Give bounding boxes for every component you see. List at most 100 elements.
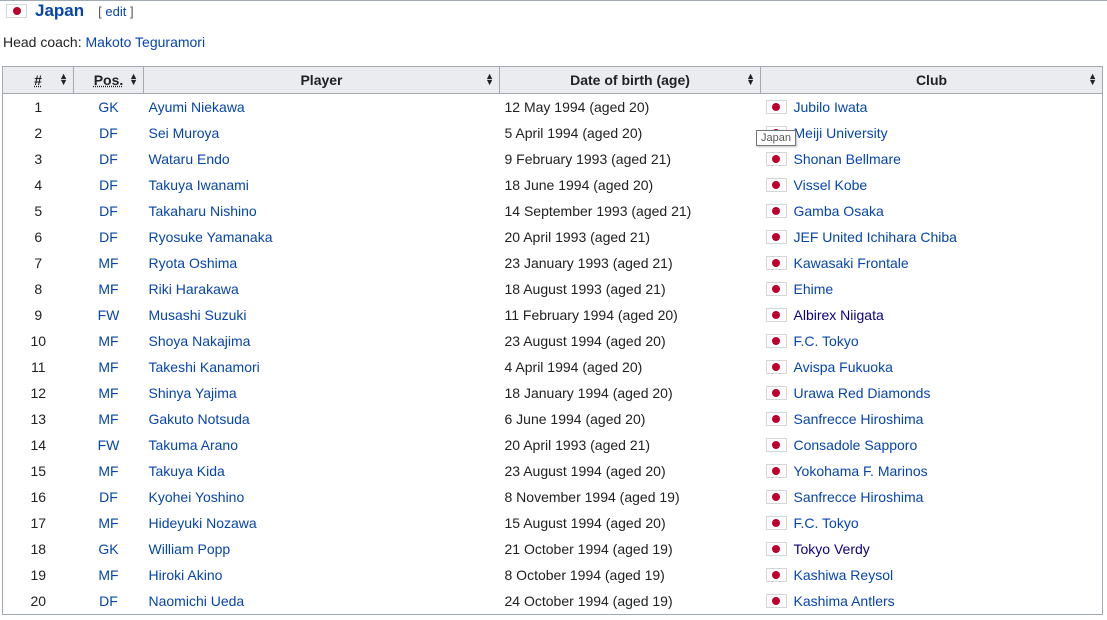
team-title[interactable]: Japan	[35, 1, 84, 21]
club-link[interactable]: Kashima Antlers	[794, 593, 895, 609]
player-dob: 24 October 1994 (aged 19)	[504, 593, 673, 609]
japan-flag-icon[interactable]	[765, 594, 787, 609]
club-link[interactable]: Gamba Osaka	[794, 203, 884, 219]
club-link[interactable]: Tokyo Verdy	[794, 541, 870, 557]
edit-link[interactable]: edit	[105, 4, 126, 19]
sort-icon[interactable]: ▲ ▼	[1088, 72, 1097, 87]
player-name-link[interactable]: Musashi Suzuki	[144, 302, 500, 328]
column-header-club[interactable]: Club ▲ ▼	[760, 66, 1103, 94]
japan-flag-icon[interactable]	[765, 438, 787, 453]
player-name-link[interactable]: Takaharu Nishino	[144, 198, 500, 224]
player-name-link[interactable]: Hideyuki Nozawa	[144, 510, 500, 536]
player-position[interactable]: FW	[74, 302, 144, 328]
japan-flag-icon[interactable]	[765, 308, 787, 323]
column-header-position[interactable]: Pos. ▲ ▼	[73, 66, 144, 94]
japan-flag-icon[interactable]	[765, 230, 787, 245]
head-coach-name[interactable]: Makoto Teguramori	[86, 34, 206, 50]
japan-flag-icon[interactable]	[765, 490, 787, 505]
club-link[interactable]: Vissel Kobe	[794, 177, 868, 193]
player-position[interactable]: GK	[74, 94, 144, 121]
japan-flag-icon[interactable]	[765, 464, 787, 479]
club-link[interactable]: Meiji University	[794, 125, 888, 141]
player-position[interactable]: FW	[74, 432, 144, 458]
player-position[interactable]: MF	[74, 250, 144, 276]
japan-flag-icon[interactable]	[765, 568, 787, 583]
player-position[interactable]: MF	[74, 562, 144, 588]
japan-flag-icon[interactable]	[765, 542, 787, 557]
player-position[interactable]: DF	[74, 146, 144, 172]
player-position[interactable]: MF	[74, 328, 144, 354]
player-name-link[interactable]: Wataru Endo	[144, 146, 500, 172]
player-name-link[interactable]: Ryota Oshima	[144, 250, 500, 276]
player-position[interactable]: MF	[74, 354, 144, 380]
club-link[interactable]: Kawasaki Frontale	[794, 255, 909, 271]
player-position[interactable]: DF	[74, 120, 144, 146]
table-row: 12 MF Shinya Yajima 18 January 1994 (aged 2…	[3, 380, 1103, 406]
player-name-link[interactable]: Takuya Kida	[144, 458, 500, 484]
club-link[interactable]: Ehime	[794, 281, 834, 297]
japan-flag-icon[interactable]	[765, 386, 787, 401]
japan-flag-icon[interactable]	[765, 516, 787, 531]
player-position[interactable]: MF	[74, 458, 144, 484]
head-coach-label: Head coach:	[3, 34, 82, 50]
club-link[interactable]: Avispa Fukuoka	[794, 359, 893, 375]
column-header-dob[interactable]: Date of birth (age) ▲ ▼	[499, 66, 761, 94]
japan-flag-icon[interactable]	[765, 334, 787, 349]
player-name-link[interactable]: Gakuto Notsuda	[144, 406, 500, 432]
player-position[interactable]: DF	[74, 484, 144, 510]
player-position[interactable]: MF	[74, 380, 144, 406]
japan-flag-icon[interactable]	[765, 100, 787, 115]
player-name-link[interactable]: Takuya Iwanami	[144, 172, 500, 198]
club-link[interactable]: Sanfrecce Hiroshima	[794, 489, 924, 505]
player-position[interactable]: MF	[74, 406, 144, 432]
player-position[interactable]: DF	[74, 198, 144, 224]
player-name-link[interactable]: Hiroki Akino	[144, 562, 500, 588]
club-link[interactable]: F.C. Tokyo	[794, 333, 859, 349]
sort-icon[interactable]: ▲ ▼	[59, 72, 68, 87]
japan-flag-icon[interactable]	[765, 282, 787, 297]
player-position[interactable]: GK	[74, 536, 144, 562]
club-link[interactable]: Consadole Sapporo	[794, 437, 918, 453]
player-name-link[interactable]: Takuma Arano	[144, 432, 500, 458]
club-link[interactable]: Sanfrecce Hiroshima	[794, 411, 924, 427]
sort-icon[interactable]: ▲ ▼	[746, 72, 755, 87]
japan-flag-icon[interactable]	[765, 412, 787, 427]
player-position[interactable]: MF	[74, 510, 144, 536]
player-position[interactable]: MF	[74, 276, 144, 302]
player-name-link[interactable]: Ayumi Niekawa	[144, 94, 500, 121]
japan-flag-icon[interactable]	[765, 178, 787, 193]
club-link[interactable]: Yokohama F. Marinos	[794, 463, 928, 479]
club-link[interactable]: Urawa Red Diamonds	[794, 385, 931, 401]
japan-flag-icon[interactable]	[765, 204, 787, 219]
table-row: 18 GK William Popp 21 October 1994 (aged 19…	[3, 536, 1103, 562]
column-header-number[interactable]: # ▲ ▼	[2, 66, 74, 94]
player-position[interactable]: DF	[74, 588, 144, 615]
club-link[interactable]: F.C. Tokyo	[794, 515, 859, 531]
player-name-link[interactable]: Riki Harakawa	[144, 276, 500, 302]
player-name-link[interactable]: Shinya Yajima	[144, 380, 500, 406]
japan-flag-icon[interactable]	[765, 360, 787, 375]
club-link[interactable]: JEF United Ichihara Chiba	[794, 229, 957, 245]
japan-flag-icon[interactable]	[765, 152, 787, 167]
player-name-link[interactable]: Shoya Nakajima	[144, 328, 500, 354]
sort-icon[interactable]: ▲ ▼	[485, 72, 494, 87]
player-number: 20	[30, 593, 47, 609]
japan-flag-icon[interactable]	[765, 256, 787, 271]
player-name-link[interactable]: Kyohei Yoshino	[144, 484, 500, 510]
sort-icon[interactable]: ▲ ▼	[129, 72, 138, 87]
player-name-link[interactable]: William Popp	[144, 536, 500, 562]
player-name-link[interactable]: Naomichi Ueda	[144, 588, 500, 615]
player-position[interactable]: DF	[74, 172, 144, 198]
player-name-link[interactable]: Ryosuke Yamanaka	[144, 224, 500, 250]
player-club-cell: Kawasaki Frontale	[761, 250, 1103, 276]
player-dob: 11 February 1994 (aged 20)	[504, 307, 678, 323]
club-link[interactable]: Jubilo Iwata	[794, 99, 868, 115]
player-position[interactable]: DF	[74, 224, 144, 250]
club-link[interactable]: Kashiwa Reysol	[794, 567, 894, 583]
player-name-link[interactable]: Takeshi Kanamori	[144, 354, 500, 380]
column-header-player[interactable]: Player ▲ ▼	[143, 66, 500, 94]
club-link[interactable]: Shonan Bellmare	[794, 151, 901, 167]
player-name-link[interactable]: Sei Muroya	[144, 120, 500, 146]
section-heading: Japan [ edit ]	[2, 0, 134, 22]
club-link[interactable]: Albirex Niigata	[794, 307, 884, 323]
